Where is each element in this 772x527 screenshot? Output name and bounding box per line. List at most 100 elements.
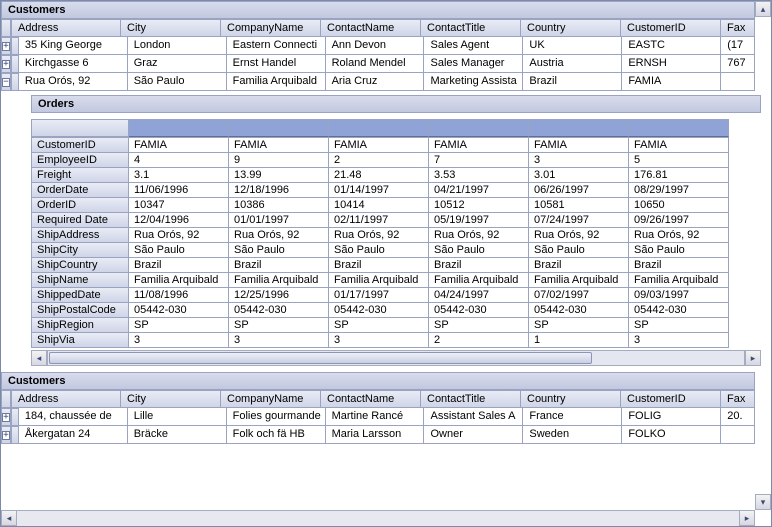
order-cell-shippeddate[interactable]: 12/25/1996 [229, 288, 329, 303]
cell-address[interactable]: 184, chaussée de [19, 408, 128, 426]
order-cell-shipvia[interactable]: 1 [529, 333, 629, 348]
order-cell-shipregion[interactable]: SP [429, 318, 529, 333]
cell-contacttitle[interactable]: Owner [424, 426, 523, 444]
cell-address[interactable]: Rua Orós, 92 [19, 73, 128, 91]
column-header-country[interactable]: Country [521, 390, 621, 408]
order-cell-shipaddress[interactable]: Rua Orós, 92 [229, 228, 329, 243]
order-cell-customerid[interactable]: FAMIA [229, 137, 329, 153]
order-cell-shipvia[interactable]: 2 [429, 333, 529, 348]
order-cell-freight[interactable]: 176.81 [629, 168, 729, 183]
order-cell-employeeid[interactable]: 3 [529, 153, 629, 168]
order-cell-shipaddress[interactable]: Rua Orós, 92 [429, 228, 529, 243]
outer-scroll-track[interactable] [17, 510, 739, 526]
cell-country[interactable]: Austria [523, 55, 622, 73]
order-cell-shipcountry[interactable]: Brazil [229, 258, 329, 273]
order-cell-shipname[interactable]: Familia Arquibald [429, 273, 529, 288]
order-cell-orderid[interactable]: 10347 [129, 198, 229, 213]
column-header-companyname[interactable]: CompanyName [221, 19, 321, 37]
column-header-address[interactable]: Address [11, 19, 121, 37]
cell-companyname[interactable]: Familia Arquibald [227, 73, 326, 91]
order-cell-shipname[interactable]: Familia Arquibald [129, 273, 229, 288]
order-cell-employeeid[interactable]: 7 [429, 153, 529, 168]
order-cell-shipvia[interactable]: 3 [629, 333, 729, 348]
expand-icon[interactable]: + [2, 42, 10, 51]
order-cell-shipname[interactable]: Familia Arquibald [629, 273, 729, 288]
order-cell-shipcity[interactable]: São Paulo [629, 243, 729, 258]
order-cell-shippeddate[interactable]: 11/08/1996 [129, 288, 229, 303]
order-cell-requireddate[interactable]: 02/11/1997 [329, 213, 429, 228]
cell-city[interactable]: São Paulo [128, 73, 227, 91]
order-cell-customerid[interactable]: FAMIA [429, 137, 529, 153]
cell-contacttitle[interactable]: Assistant Sales A [424, 408, 523, 426]
row-expander-gutter[interactable]: + [1, 55, 11, 73]
order-cell-shippostalcode[interactable]: 05442-030 [629, 303, 729, 318]
cell-customerid[interactable]: FOLKO [622, 426, 721, 444]
row-expander-gutter[interactable]: + [1, 37, 11, 55]
cell-address[interactable]: Åkergatan 24 [19, 426, 128, 444]
cell-contactname[interactable]: Ann Devon [326, 37, 425, 55]
column-header-country[interactable]: Country [521, 19, 621, 37]
order-cell-shipregion[interactable]: SP [529, 318, 629, 333]
cell-companyname[interactable]: Eastern Connecti [227, 37, 326, 55]
order-cell-shippostalcode[interactable]: 05442-030 [329, 303, 429, 318]
column-header-contactname[interactable]: ContactName [321, 19, 421, 37]
order-cell-shipname[interactable]: Familia Arquibald [529, 273, 629, 288]
order-cell-freight[interactable]: 3.01 [529, 168, 629, 183]
order-cell-orderid[interactable]: 10581 [529, 198, 629, 213]
cell-country[interactable]: France [523, 408, 622, 426]
order-card-header[interactable] [429, 119, 529, 137]
order-cell-requireddate[interactable]: 09/26/1997 [629, 213, 729, 228]
column-header-contacttitle[interactable]: ContactTitle [421, 19, 521, 37]
order-cell-orderid[interactable]: 10386 [229, 198, 329, 213]
cell-customerid[interactable]: FAMIA [622, 73, 721, 91]
expand-icon[interactable]: + [2, 431, 10, 440]
order-cell-orderdate[interactable]: 12/18/1996 [229, 183, 329, 198]
order-cell-requireddate[interactable]: 12/04/1996 [129, 213, 229, 228]
cell-city[interactable]: Lille [128, 408, 227, 426]
expand-icon[interactable]: + [2, 413, 10, 422]
order-cell-shipcity[interactable]: São Paulo [429, 243, 529, 258]
order-cell-shippostalcode[interactable]: 05442-030 [429, 303, 529, 318]
order-card-header[interactable] [129, 119, 229, 137]
order-cell-shippeddate[interactable]: 07/02/1997 [529, 288, 629, 303]
order-cell-shippeddate[interactable]: 01/17/1997 [329, 288, 429, 303]
order-cell-customerid[interactable]: FAMIA [629, 137, 729, 153]
row-expander-gutter[interactable]: − [1, 73, 11, 91]
order-cell-freight[interactable]: 3.53 [429, 168, 529, 183]
cell-fax[interactable] [721, 73, 755, 91]
cell-city[interactable]: Graz [128, 55, 227, 73]
cell-country[interactable]: Sweden [523, 426, 622, 444]
order-cell-shipvia[interactable]: 3 [129, 333, 229, 348]
cell-fax[interactable]: (17 [721, 37, 755, 55]
scroll-up-arrow[interactable]: ▴ [755, 1, 771, 17]
order-cell-shippostalcode[interactable]: 05442-030 [229, 303, 329, 318]
order-cell-requireddate[interactable]: 05/19/1997 [429, 213, 529, 228]
orders-scroll-thumb[interactable] [49, 352, 592, 364]
order-cell-orderid[interactable]: 10512 [429, 198, 529, 213]
column-header-city[interactable]: City [121, 390, 221, 408]
order-cell-shipregion[interactable]: SP [129, 318, 229, 333]
order-cell-orderdate[interactable]: 01/14/1997 [329, 183, 429, 198]
order-cell-shipregion[interactable]: SP [229, 318, 329, 333]
cell-contactname[interactable]: Martine Rancé [326, 408, 425, 426]
orders-scroll-left-arrow[interactable]: ◂ [31, 350, 47, 366]
order-cell-requireddate[interactable]: 07/24/1997 [529, 213, 629, 228]
order-cell-shipcountry[interactable]: Brazil [129, 258, 229, 273]
table-row[interactable]: −Rua Orós, 92São PauloFamilia ArquibaldA… [1, 73, 755, 91]
order-cell-shipcity[interactable]: São Paulo [229, 243, 329, 258]
order-cell-shipcity[interactable]: São Paulo [329, 243, 429, 258]
order-cell-shipcity[interactable]: São Paulo [529, 243, 629, 258]
outer-horizontal-scrollbar[interactable]: ◂ ▸ [1, 510, 771, 526]
row-expander-gutter[interactable]: + [1, 426, 11, 444]
table-row[interactable]: +35 King GeorgeLondonEastern ConnectiAnn… [1, 37, 755, 55]
column-header-customerid[interactable]: CustomerID [621, 19, 721, 37]
cell-fax[interactable]: 767 [721, 55, 755, 73]
outer-scroll-left-arrow[interactable]: ◂ [1, 510, 17, 526]
cell-city[interactable]: Bräcke [128, 426, 227, 444]
cell-contacttitle[interactable]: Sales Agent [424, 37, 523, 55]
cell-contactname[interactable]: Roland Mendel [326, 55, 425, 73]
cell-customerid[interactable]: ERNSH [622, 55, 721, 73]
order-cell-shippostalcode[interactable]: 05442-030 [129, 303, 229, 318]
cell-companyname[interactable]: Ernst Handel [227, 55, 326, 73]
order-cell-orderid[interactable]: 10650 [629, 198, 729, 213]
